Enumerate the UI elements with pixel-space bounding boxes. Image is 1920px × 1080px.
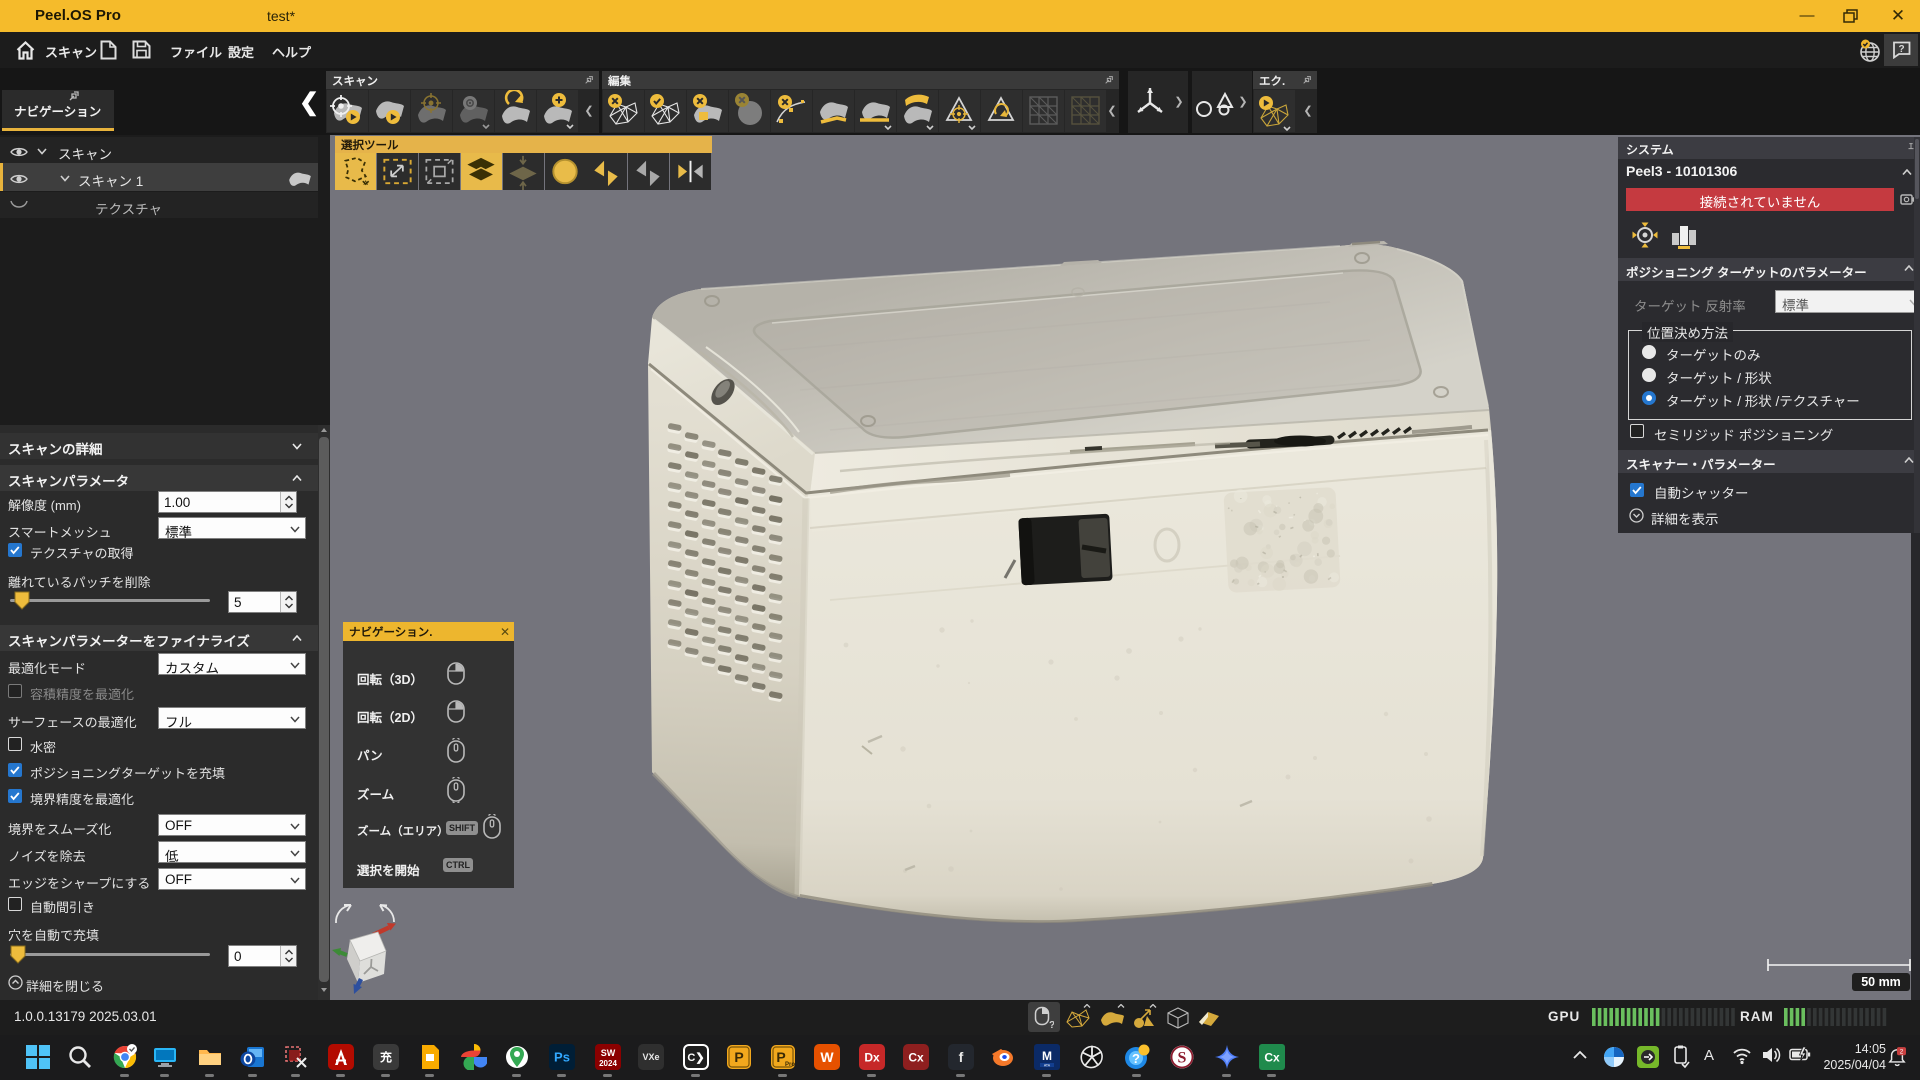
svg-text:Dx: Dx	[864, 1050, 880, 1064]
svg-text:VXe: VXe	[642, 1052, 659, 1062]
svg-text:Cx: Cx	[1264, 1050, 1280, 1064]
svg-text:Cx: Cx	[908, 1050, 924, 1064]
svg-text:充: 充	[380, 1050, 392, 1064]
svg-text:Pro: Pro	[785, 1062, 795, 1068]
svg-text:S: S	[1178, 1050, 1187, 1067]
svg-text:?: ?	[1132, 1051, 1140, 1066]
svg-text:f: f	[959, 1049, 964, 1065]
svg-text:C❯: C❯	[687, 1052, 704, 1064]
svg-text:2: 2	[1900, 1048, 1904, 1055]
svg-text:SW: SW	[601, 1048, 616, 1058]
svg-text:2024: 2024	[599, 1059, 617, 1068]
svg-text:ATA: ATA	[1044, 1064, 1051, 1068]
svg-text:P: P	[734, 1049, 743, 1065]
svg-text:?: ?	[1049, 1020, 1054, 1030]
svg-text:M: M	[1042, 1049, 1052, 1063]
svg-text:?: ?	[1898, 44, 1904, 55]
svg-text:W: W	[820, 1049, 834, 1065]
svg-text:Ps: Ps	[554, 1050, 570, 1065]
